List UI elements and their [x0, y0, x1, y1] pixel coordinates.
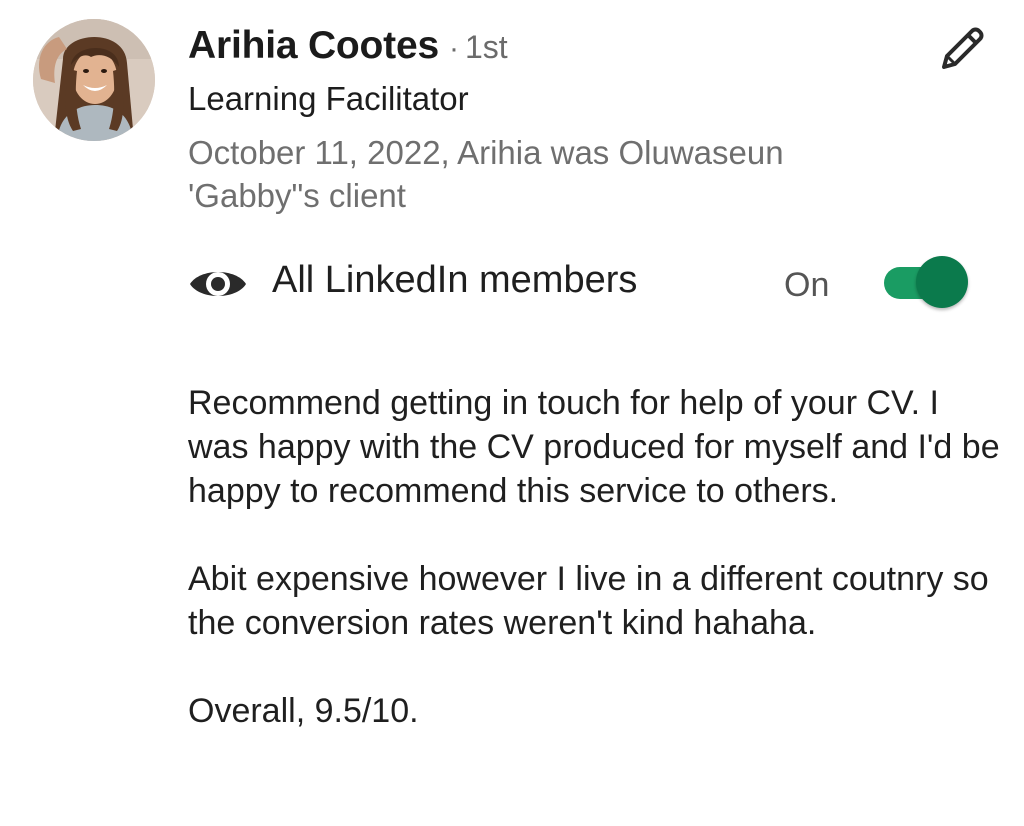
- visibility-setting: All LinkedIn members On: [188, 254, 978, 314]
- toggle-state-label: On: [784, 266, 830, 304]
- profile-headline: Learning Facilitator: [188, 80, 469, 117]
- edit-button[interactable]: [928, 20, 994, 80]
- recommendation-paragraph: Overall, 9.5/10.: [188, 692, 419, 730]
- recommendation-paragraph: Abit expensive however I live in a diffe…: [188, 560, 989, 642]
- pencil-icon: [942, 27, 984, 69]
- avatar[interactable]: [33, 19, 155, 141]
- recommendation-paragraph: Recommend getting in touch for help of y…: [188, 384, 1000, 510]
- name-row: Arihia Cootes · 1st: [188, 24, 508, 76]
- eye-icon: [190, 272, 246, 296]
- connection-degree: 1st: [464, 29, 508, 65]
- recommendation-text: Recommend getting in touch for help of y…: [188, 381, 1008, 733]
- profile-name[interactable]: Arihia Cootes: [188, 24, 439, 68]
- relationship-text: October 11, 2022, Arihia was Oluwaseun '…: [188, 134, 784, 214]
- degree-separator: ·: [448, 32, 459, 65]
- profile-photo: [33, 19, 155, 141]
- visibility-label: All LinkedIn members: [272, 259, 638, 301]
- visibility-toggle[interactable]: [884, 256, 970, 310]
- toggle-knob: [916, 256, 968, 308]
